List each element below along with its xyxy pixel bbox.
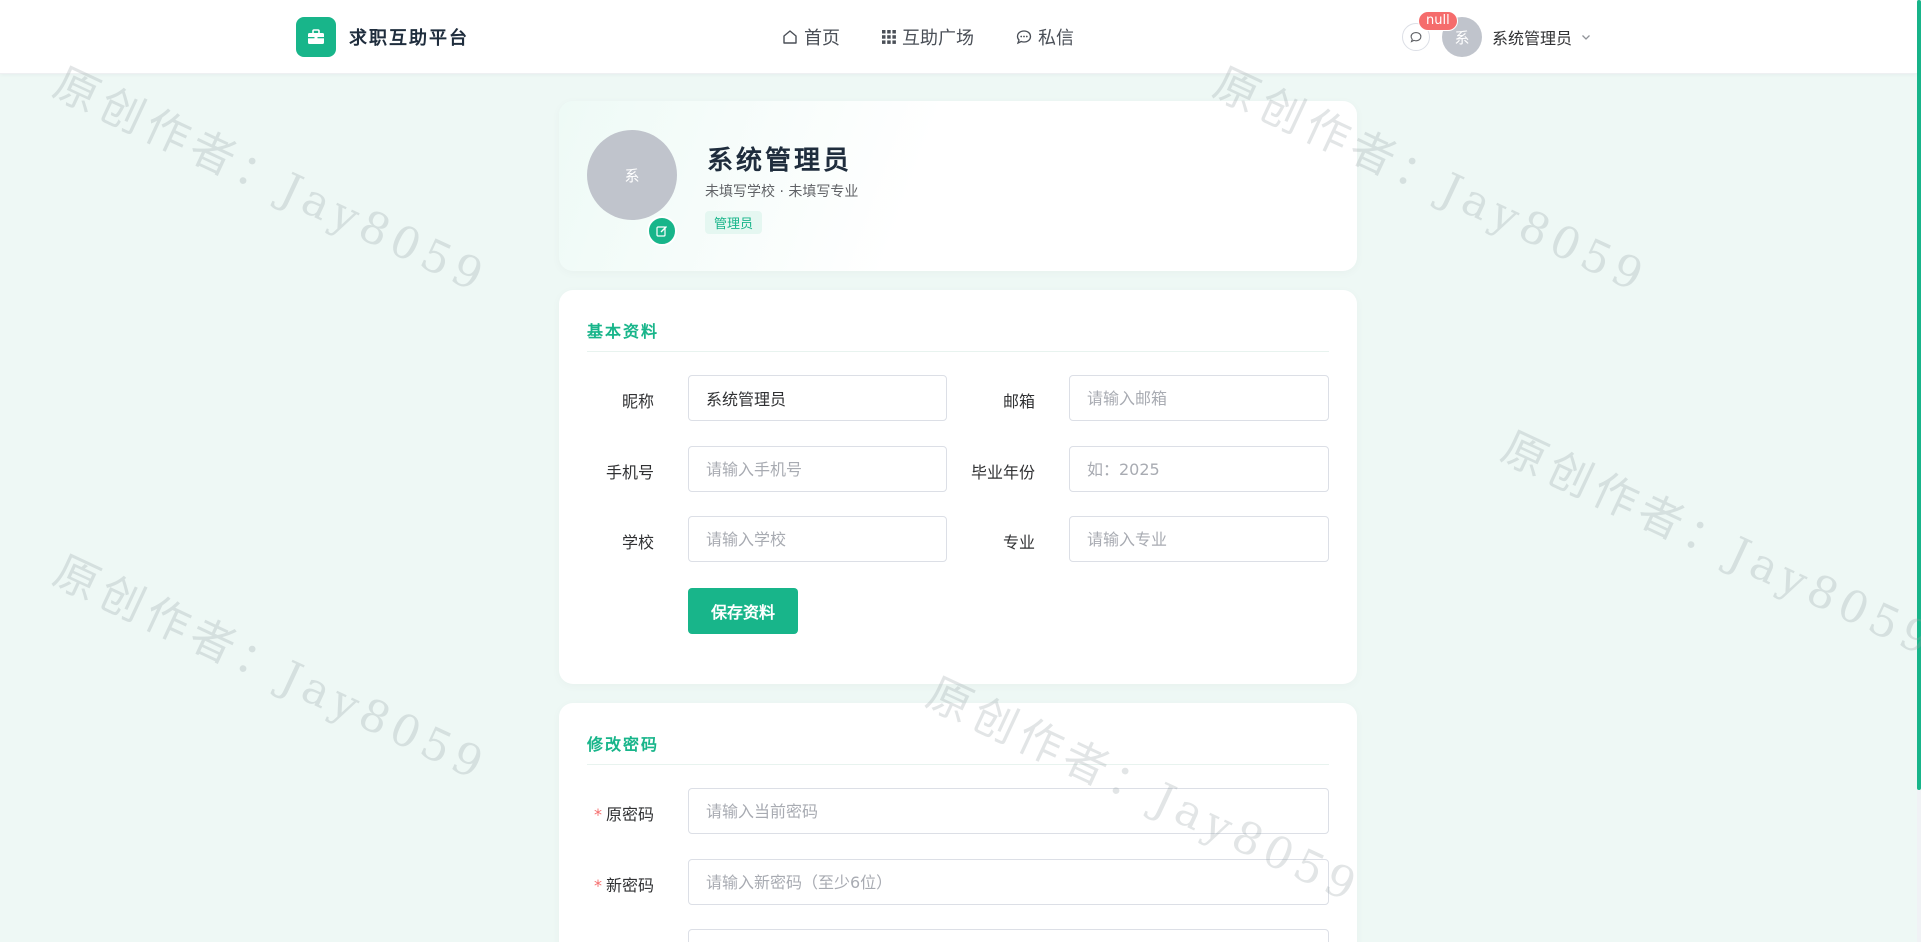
confirm-password-input[interactable] xyxy=(688,929,1329,942)
nav-square[interactable]: 互助广场 xyxy=(882,24,974,50)
new-password-input[interactable] xyxy=(688,859,1329,905)
section-title-password: 修改密码 xyxy=(587,735,660,754)
header-user-name[interactable]: 系统管理员 xyxy=(1492,25,1572,49)
grid-icon xyxy=(882,30,896,44)
header-user-area: null 系 系统管理员 xyxy=(1402,11,1592,57)
old-password-label-text: 原密码 xyxy=(605,805,654,824)
chevron-down-icon[interactable] xyxy=(1580,31,1592,43)
school-input[interactable] xyxy=(688,516,947,562)
home-icon xyxy=(783,30,797,44)
profile-name: 系统管理员 xyxy=(707,146,853,176)
chat-icon xyxy=(1016,30,1032,45)
chat-icon xyxy=(1410,31,1422,43)
main-nav: 首页 互助广场 私信 xyxy=(782,24,1116,50)
nav-square-label: 互助广场 xyxy=(902,28,974,49)
unread-badge: null xyxy=(1418,11,1458,31)
watermark: 原创作者：Jay8059 xyxy=(45,545,496,792)
profile-avatar: 系 xyxy=(587,130,677,220)
required-mark: * xyxy=(593,876,602,895)
nickname-label: 昵称 xyxy=(621,392,654,411)
top-header: 求职互助平台 首页 互助广场 私信 null 系 系统管理员 xyxy=(0,0,1917,74)
page: 求职互助平台 首页 互助广场 私信 null 系 系统管理员 系 系统管理员 未… xyxy=(0,0,1921,942)
required-mark: * xyxy=(593,805,602,824)
profile-subtitle: 未填写学校 · 未填写专业 xyxy=(705,184,859,200)
app-name: 求职互助平台 xyxy=(349,28,469,49)
phone-label: 手机号 xyxy=(605,463,654,482)
old-password-input[interactable] xyxy=(688,788,1329,834)
new-password-label-text: 新密码 xyxy=(605,876,654,895)
email-label: 邮箱 xyxy=(1002,392,1035,411)
school-label: 学校 xyxy=(621,533,654,552)
phone-input[interactable] xyxy=(688,446,947,492)
major-input[interactable] xyxy=(1069,516,1329,562)
briefcase-icon xyxy=(296,17,336,57)
edit-icon xyxy=(656,226,667,237)
nickname-input[interactable] xyxy=(688,375,947,421)
grad-year-label: 毕业年份 xyxy=(970,463,1035,482)
message-button[interactable]: null xyxy=(1402,11,1458,51)
scrollbar-thumb[interactable] xyxy=(1917,0,1921,790)
basic-info-card: 基本资料 昵称 邮箱 手机号 毕业年份 学校 专业 保存资料 xyxy=(559,290,1357,684)
divider xyxy=(587,351,1329,352)
brand[interactable]: 求职互助平台 xyxy=(296,17,469,57)
grad-year-input[interactable] xyxy=(1069,446,1329,492)
divider xyxy=(587,764,1329,765)
nav-messages[interactable]: 私信 xyxy=(1016,24,1074,50)
save-profile-button[interactable]: 保存资料 xyxy=(688,588,798,634)
role-tag: 管理员 xyxy=(705,211,763,234)
watermark: 原创作者：Jay8059 xyxy=(1493,421,1921,668)
major-label: 专业 xyxy=(1002,533,1035,552)
nav-home[interactable]: 首页 xyxy=(782,24,840,50)
page-scrollbar[interactable] xyxy=(1917,0,1921,942)
old-password-label: * 原密码 xyxy=(559,801,654,825)
change-password-card: 修改密码 * 原密码 * 新密码 xyxy=(559,703,1357,942)
nav-home-label: 首页 xyxy=(804,28,840,49)
section-title-basic: 基本资料 xyxy=(587,322,660,341)
new-password-label: * 新密码 xyxy=(559,872,654,896)
email-input[interactable] xyxy=(1069,375,1329,421)
watermark: 原创作者：Jay8059 xyxy=(45,57,496,304)
nav-messages-label: 私信 xyxy=(1038,28,1074,49)
edit-avatar-button[interactable] xyxy=(647,216,677,246)
profile-card: 系 系统管理员 未填写学校 · 未填写专业 管理员 xyxy=(559,101,1357,271)
